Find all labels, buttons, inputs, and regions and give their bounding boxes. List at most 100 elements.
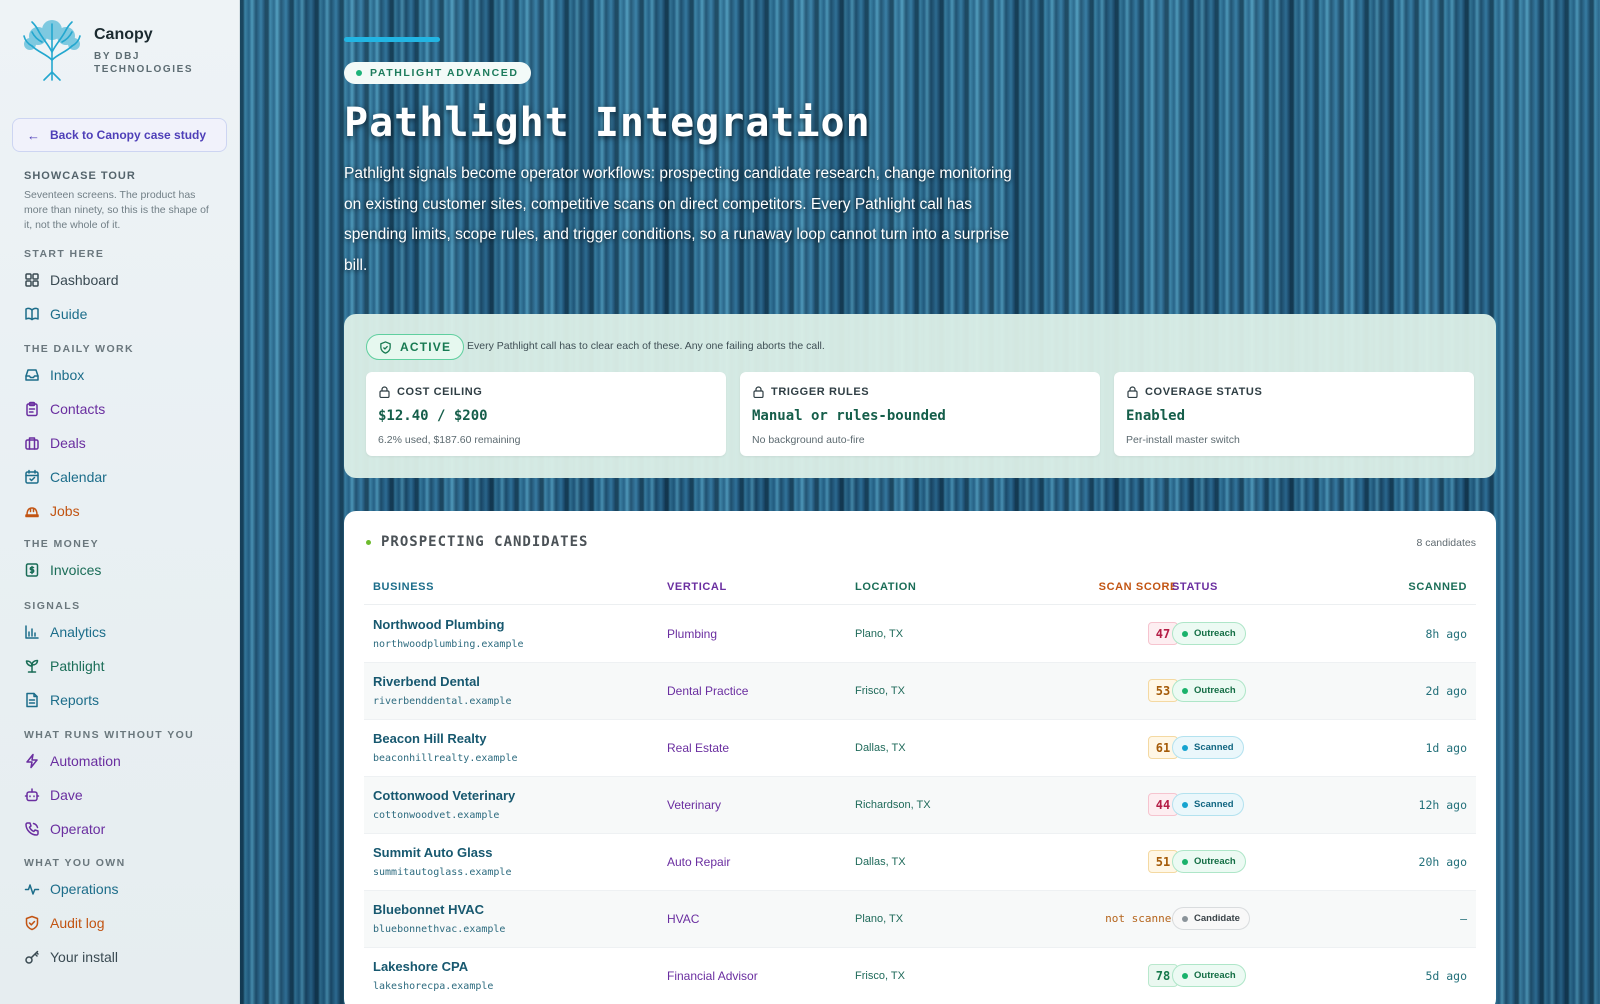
sidebar-item-label: Contacts <box>50 401 106 417</box>
status-label: Outreach <box>1194 970 1236 981</box>
briefcase-icon <box>24 435 40 451</box>
card-value: $12.40 / $200 <box>378 408 488 424</box>
business-name-link[interactable]: Summit Auto Glass <box>373 845 492 860</box>
column-header-scan-score[interactable]: SCAN SCORE <box>1099 581 1178 593</box>
nav-section-title: START HERE <box>24 248 105 260</box>
trigger-rules-label-row: TRIGGER RULES <box>753 386 869 398</box>
sidebar-item-calendar[interactable]: Calendar <box>24 464 224 490</box>
column-header-status[interactable]: STATUS <box>1172 581 1218 593</box>
sidebar-item-operations[interactable]: Operations <box>24 876 224 902</box>
back-to-case-study-button[interactable]: ← Back to Canopy case study <box>12 118 227 152</box>
sidebar-item-label: Dashboard <box>50 272 119 288</box>
sidebar-item-jobs[interactable]: Jobs <box>24 498 224 524</box>
vertical-cell: Auto Repair <box>667 855 731 869</box>
hardhat-icon <box>24 503 40 519</box>
column-header-scanned[interactable]: SCANNED <box>1408 581 1467 593</box>
sidebar-item-reports[interactable]: Reports <box>24 687 224 713</box>
business-name-link[interactable]: Beacon Hill Realty <box>373 731 486 746</box>
sidebar-item-label: Operator <box>50 821 106 837</box>
sidebar-item-label: Your install <box>50 949 118 965</box>
brand-subtitle: BY DBJ TECHNOLOGIES <box>94 51 194 75</box>
sidebar-item-operator[interactable]: Operator <box>24 816 224 842</box>
card-subtext: 6.2% used, $187.60 remaining <box>378 434 521 446</box>
table-header: BUSINESS VERTICAL LOCATION SCAN SCORE ST… <box>364 575 1476 605</box>
sidebar-item-audit-log[interactable]: Audit log <box>24 910 224 936</box>
status-dot <box>1182 858 1188 865</box>
page-description: Pathlight signals become operator workfl… <box>344 165 1012 274</box>
status-badge: Outreach <box>1172 679 1246 702</box>
sidebar-item-label: Deals <box>50 435 86 451</box>
scanned-time: – <box>1460 912 1467 926</box>
business-domain: lakeshorecpa.example <box>373 981 494 992</box>
sidebar-item-automation[interactable]: Automation <box>24 748 224 774</box>
card-label: TRIGGER RULES <box>771 386 870 398</box>
sidebar-item-contacts[interactable]: Contacts <box>24 396 224 422</box>
vertical-cell: Veterinary <box>667 798 722 812</box>
sidebar-item-dave[interactable]: Dave <box>24 782 224 808</box>
location-cell: Dallas, TX <box>855 856 906 868</box>
status-label: Outreach <box>1194 685 1236 696</box>
sidebar-item-analytics[interactable]: Analytics <box>24 619 224 645</box>
sidebar-item-pathlight[interactable]: Pathlight <box>24 653 224 679</box>
nav-section-title: WHAT YOU OWN <box>24 857 126 869</box>
candidates-header: PROSPECTING CANDIDATES <box>366 534 588 550</box>
business-name-link[interactable]: Bluebonnet HVAC <box>373 902 484 917</box>
status-badge: Outreach <box>1172 622 1246 645</box>
table-row[interactable]: Bluebonnet HVAC bluebonnethvac.example HVA… <box>364 891 1476 948</box>
card-label: COVERAGE STATUS <box>1145 386 1263 398</box>
tour-title: SHOWCASE TOUR <box>24 170 136 182</box>
status-badge: Outreach <box>1172 964 1246 987</box>
sidebar-item-deals[interactable]: Deals <box>24 430 224 456</box>
status-dot <box>1182 744 1188 751</box>
column-header-location[interactable]: LOCATION <box>855 581 916 593</box>
table-row[interactable]: Riverbend Dental riverbenddental.example D… <box>364 663 1476 720</box>
sidebar-item-your-install[interactable]: Your install <box>24 944 224 970</box>
status-badge: Scanned <box>1172 793 1244 816</box>
sidebar-item-inbox[interactable]: Inbox <box>24 362 224 388</box>
brand[interactable]: Canopy BY DBJ TECHNOLOGIES <box>20 16 230 84</box>
status-label: Outreach <box>1194 628 1236 639</box>
column-header-vertical[interactable]: VERTICAL <box>667 581 727 593</box>
business-name-link[interactable]: Riverbend Dental <box>373 674 480 689</box>
sidebar-item-dashboard[interactable]: Dashboard <box>24 267 224 293</box>
business-name-link[interactable]: Cottonwood Veterinary <box>373 788 515 803</box>
location-cell: Richardson, TX <box>855 799 931 811</box>
business-name-link[interactable]: Northwood Plumbing <box>373 617 504 632</box>
table-row[interactable]: Lakeshore CPA lakeshorecpa.example Financi… <box>364 948 1476 1004</box>
column-header-business[interactable]: BUSINESS <box>373 581 434 593</box>
nav-section-title: THE MONEY <box>24 538 100 550</box>
guard-note: Every Pathlight call has to clear each o… <box>467 340 825 352</box>
status-label: Scanned <box>1194 742 1234 753</box>
card-value: Manual or rules-bounded <box>752 408 946 424</box>
active-label: ACTIVE <box>400 340 452 354</box>
document-icon <box>24 692 40 708</box>
table-row[interactable]: Summit Auto Glass summitautoglass.example… <box>364 834 1476 891</box>
sidebar-item-label: Invoices <box>50 562 102 578</box>
active-status-badge: ACTIVE <box>366 334 465 360</box>
sidebar-item-label: Reports <box>50 692 100 708</box>
card-subtext: No background auto-fire <box>752 434 865 446</box>
phone-icon <box>24 821 40 837</box>
main-content: PATHLIGHT ADVANCED Pathlight Integration… <box>240 0 1600 1004</box>
business-name-link[interactable]: Lakeshore CPA <box>373 959 468 974</box>
table-row[interactable]: Beacon Hill Realty beaconhillrealty.examp… <box>364 720 1476 777</box>
accent-bar <box>344 37 440 42</box>
lock-icon <box>753 386 764 398</box>
card-subtext: Per-install master switch <box>1126 434 1240 446</box>
shield-icon <box>24 915 40 931</box>
tour-description: Seventeen screens. The product has more … <box>24 189 209 231</box>
scanned-time: 20h ago <box>1418 855 1467 869</box>
table-row[interactable]: Northwood Plumbing northwoodplumbing.exam… <box>364 606 1476 663</box>
location-cell: Frisco, TX <box>855 685 905 697</box>
location-cell: Plano, TX <box>855 913 904 925</box>
sidebar-item-invoices[interactable]: Invoices <box>24 557 224 583</box>
section-dot <box>366 539 371 545</box>
sidebar-item-label: Jobs <box>50 503 80 519</box>
sidebar: Canopy BY DBJ TECHNOLOGIES ← Back to Can… <box>0 0 240 1004</box>
table-row[interactable]: Cottonwood Veterinary cottonwoodvet.examp… <box>364 777 1476 834</box>
location-cell: Frisco, TX <box>855 970 905 982</box>
sidebar-item-guide[interactable]: Guide <box>24 301 224 327</box>
status-dot <box>1182 801 1188 808</box>
grid-icon <box>24 272 40 288</box>
trigger-rules-card: TRIGGER RULES Manual or rules-bounded No… <box>740 372 1100 456</box>
